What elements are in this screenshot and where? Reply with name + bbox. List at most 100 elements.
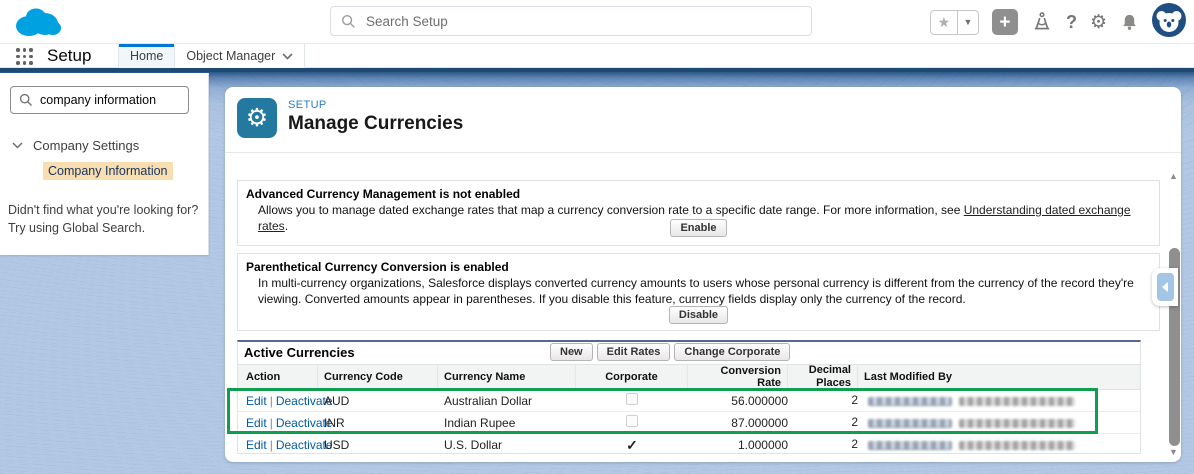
app-name-label: Setup (47, 46, 92, 65)
edit-link[interactable]: Edit (246, 438, 267, 452)
disable-button[interactable]: Disable (668, 306, 729, 324)
table-row-aud: Edit | Deactivate AUD Australian Dollar 56… (238, 390, 1140, 412)
redacted-timestamp (959, 396, 1075, 406)
column-header-currency-code: Currency Code (318, 365, 438, 389)
chevron-left-icon (1162, 282, 1168, 292)
tree-node-company-settings[interactable]: Company Settings (12, 138, 139, 153)
avatar-koala-icon (1152, 2, 1186, 37)
page-eyebrow: SETUP (288, 99, 327, 111)
scroll-up-arrow[interactable]: ▲ (1167, 171, 1180, 181)
table-row-usd: Edit | Deactivate USD U.S. Dollar ✓ 1.0000… (238, 434, 1140, 456)
section-body: In multi-currency organizations, Salesfo… (258, 276, 1134, 307)
decimal-places-cell: 2 (851, 414, 858, 429)
edit-link[interactable]: Edit (246, 394, 267, 408)
redacted-timestamp (959, 418, 1075, 428)
guidance-beacon-icon (1034, 12, 1050, 30)
tree-group-label: Company Settings (33, 138, 140, 153)
favorites-star-button[interactable]: ★ (929, 9, 958, 35)
notifications-button[interactable] (1120, 12, 1139, 32)
corporate-cell: ✓ (576, 437, 688, 454)
plus-icon: + (999, 11, 1011, 33)
header-divider (225, 152, 1181, 153)
chevron-down-icon (12, 142, 23, 149)
page-icon-tile: ⚙ (237, 98, 277, 138)
bell-icon (1123, 14, 1136, 30)
tab-home[interactable]: Home (118, 44, 176, 68)
question-mark-icon: ? (1065, 11, 1077, 32)
redacted-user-link (868, 441, 952, 451)
section-title: Parenthetical Currency Conversion is ena… (246, 260, 509, 274)
tab-object-manager-label: Object Manager (186, 49, 276, 63)
checkbox-unchecked-icon (626, 415, 638, 427)
setup-sidebar: Company Settings Company Information Did… (0, 73, 209, 255)
side-panel-toggle-button[interactable] (1152, 268, 1178, 306)
setup-nav-bar: Setup Home Object Manager (0, 44, 1194, 68)
last-modified-cell (858, 394, 1140, 408)
last-modified-cell (858, 416, 1140, 430)
column-header-corporate: Corporate (576, 365, 688, 389)
section-advanced-currency-management: Advanced Currency Management is not enab… (237, 180, 1160, 246)
app-launcher-button[interactable] (16, 48, 33, 65)
global-search-input[interactable] (366, 13, 801, 29)
sidebar-item-company-information[interactable]: Company Information (43, 162, 173, 180)
currency-code-cell: USD (324, 438, 350, 452)
salesforce-setup-page: ★ ▼ + ? ⚙ (0, 0, 1194, 474)
checkbox-unchecked-icon (626, 393, 638, 405)
quick-create-button[interactable]: + (991, 9, 1018, 35)
table-row-inr: Edit | Deactivate INR Indian Rupee 87.0000… (238, 412, 1140, 434)
column-header-currency-name: Currency Name (438, 365, 576, 389)
change-corporate-button[interactable]: Change Corporate (674, 343, 791, 361)
chevron-down-icon: ▼ (963, 17, 973, 27)
header-actions: ★ ▼ + ? ⚙ (929, 0, 1186, 44)
new-button[interactable]: New (550, 343, 593, 361)
column-header-action: Action (238, 365, 318, 389)
edit-rates-button[interactable]: Edit Rates (596, 343, 671, 361)
redacted-user-link (868, 418, 952, 428)
last-modified-cell (858, 438, 1140, 452)
redacted-user-link (868, 396, 952, 406)
chevron-down-icon (282, 52, 293, 60)
sidebar-search-input[interactable] (40, 93, 180, 107)
row-actions: Edit | Deactivate (238, 438, 333, 452)
currency-code-cell: AUD (324, 393, 350, 408)
star-icon: ★ (937, 13, 951, 30)
column-header-last-modified-by: Last Modified By (864, 371, 953, 383)
sidebar-search-box[interactable] (10, 86, 189, 114)
guidance-center-button[interactable] (1031, 11, 1053, 33)
row-actions: Edit | Deactivate (238, 415, 333, 430)
favorites-list-button[interactable]: ▼ (957, 9, 979, 35)
tab-object-manager[interactable]: Object Manager (175, 44, 306, 68)
help-button[interactable]: ? (1066, 12, 1077, 33)
edit-link[interactable]: Edit (246, 416, 267, 430)
sidebar-help-text: Didn't find what you're looking for? Try… (8, 203, 199, 236)
tab-home-label: Home (130, 49, 164, 63)
cloud-icon (16, 8, 61, 36)
gear-icon: ⚙ (245, 104, 269, 132)
search-icon (341, 14, 355, 28)
conversion-rate-cell: 87.000000 (731, 415, 788, 430)
user-avatar[interactable] (1152, 2, 1186, 42)
action-separator: | (269, 415, 273, 430)
redacted-timestamp (959, 441, 1075, 451)
currency-code-cell: INR (324, 415, 345, 430)
currencies-table-header: Action Currency Code Currency Name Corpo… (238, 364, 1140, 390)
enable-button[interactable]: Enable (670, 219, 727, 237)
section-parenthetical-currency-conversion: Parenthetical Currency Conversion is ena… (237, 253, 1160, 331)
section-active-currencies: Active Currencies New Edit Rates Change … (237, 340, 1141, 454)
column-header-conversion-rate: Conversion Rate (688, 365, 788, 389)
conversion-rate-cell: 56.000000 (731, 393, 788, 408)
currency-name-cell: Indian Rupee (444, 415, 516, 430)
corporate-cell (576, 415, 688, 430)
scroll-down-arrow[interactable]: ▼ (1167, 447, 1180, 457)
decimal-places-cell: 2 (851, 437, 858, 452)
favorites-split-button: ★ ▼ (929, 9, 979, 35)
setup-tabs: Home Object Manager (118, 44, 306, 68)
currency-name-cell: U.S. Dollar (444, 438, 503, 452)
brand-divider (0, 68, 1194, 72)
row-actions: Edit | Deactivate (238, 394, 333, 408)
active-currencies-header: Active Currencies New Edit Rates Change … (238, 342, 1140, 364)
main-content-panel: ⚙ SETUP Manage Currencies Advanced Curre… (225, 87, 1181, 462)
section-title: Advanced Currency Management is not enab… (246, 187, 521, 201)
global-search-box[interactable] (330, 6, 812, 36)
setup-gear-button[interactable]: ⚙ (1090, 11, 1107, 34)
